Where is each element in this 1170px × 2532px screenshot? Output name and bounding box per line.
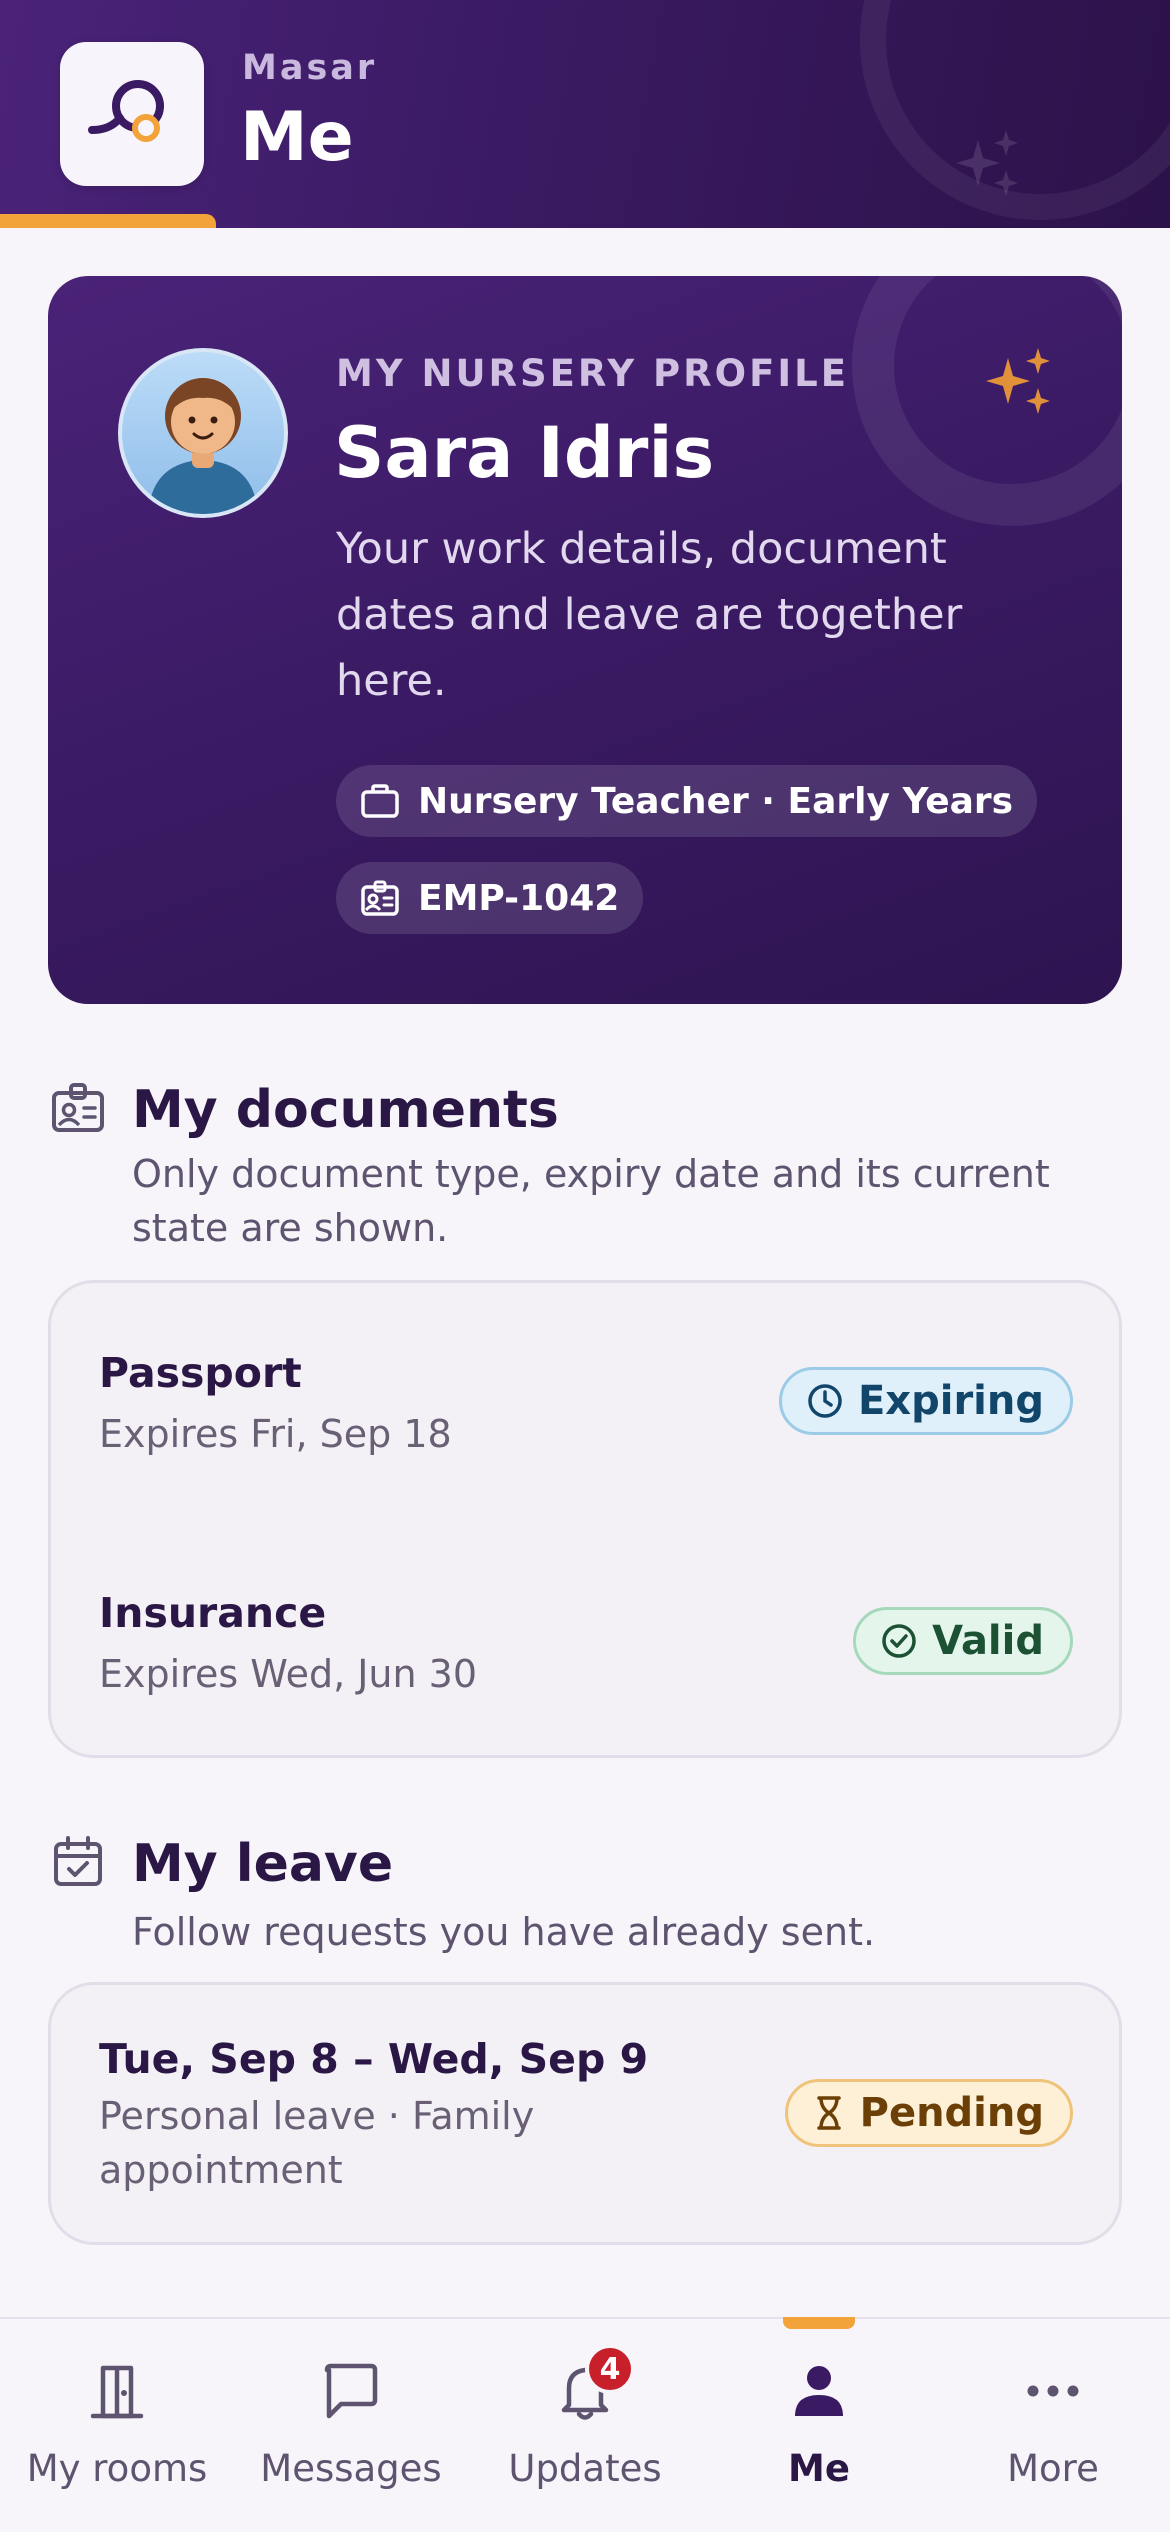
nav-item-me[interactable]: Me: [702, 2319, 936, 2532]
nav-label: Messages: [260, 2447, 442, 2490]
sparkle-icon: [986, 348, 1050, 414]
document-expiry: Expires Fri, Sep 18: [99, 1412, 452, 1456]
nav-label: More: [1007, 2447, 1099, 2490]
leave-section-subtitle: Follow requests you have already sent.: [132, 1910, 876, 1954]
status-badge-label: Pending: [859, 2090, 1044, 2136]
leave-dates: Tue, Sep 8 – Wed, Sep 9: [99, 2035, 649, 2083]
id-badge-icon: [52, 1083, 104, 1132]
employee-id-label: EMP-1042: [418, 877, 620, 919]
person-icon: [795, 2366, 843, 2416]
nav-item-messages[interactable]: Messages: [234, 2319, 468, 2532]
nav-item-updates[interactable]: Updates: [468, 2319, 702, 2532]
masar-logo-icon: [88, 80, 164, 142]
door-icon: [90, 2365, 144, 2419]
app-header: Masar Me: [0, 0, 1170, 228]
hourglass-icon: [816, 2096, 841, 2130]
clock-icon: [808, 1384, 842, 1418]
active-tab-indicator: [783, 2317, 855, 2329]
leave-request-card[interactable]: Tue, Sep 8 – Wed, Sep 9 Personal leave ·…: [48, 1982, 1122, 2245]
sparkle-icon: [956, 130, 1018, 196]
chat-bubble-icon: [324, 2363, 378, 2419]
role-chip: Nursery Teacher · Early Years: [336, 765, 1038, 837]
profile-card: MY NURSERY PROFILE Sara Idris Your work …: [48, 276, 1122, 1004]
status-badge-label: Expiring: [857, 1378, 1044, 1424]
leave-details: Personal leave · Family appointment: [99, 2094, 535, 2192]
profile-description: Your work details, document dates and le…: [336, 524, 963, 706]
nav-item-my-rooms[interactable]: My rooms: [0, 2319, 234, 2532]
app-logo: [60, 42, 204, 186]
documents-card: Passport Expires Fri, Sep 18 Expiring In…: [48, 1280, 1122, 1758]
status-badge-label: Valid: [932, 1618, 1044, 1664]
document-name: Passport: [99, 1349, 302, 1397]
nav-label: Updates: [508, 2447, 662, 2490]
employee-id-chip: EMP-1042: [336, 862, 644, 934]
calendar-check-icon: [54, 1836, 102, 1886]
avatar: [118, 348, 288, 518]
nav-item-more[interactable]: More: [936, 2319, 1170, 2532]
leave-section-title: My leave: [132, 1834, 394, 1894]
page-title: Me: [240, 98, 354, 177]
profile-name: Sara Idris: [334, 412, 715, 494]
nav-label: Me: [788, 2447, 850, 2490]
status-badge: Pending: [784, 2079, 1073, 2147]
document-expiry: Expires Wed, Jun 30: [99, 1652, 478, 1696]
briefcase-icon: [361, 784, 399, 818]
more-dots-icon: [1027, 2385, 1079, 2397]
status-badge: Expiring: [778, 1367, 1073, 1435]
app-name: Masar: [242, 48, 378, 88]
documents-section-title: My documents: [132, 1080, 559, 1140]
check-circle-icon: [882, 1624, 916, 1658]
document-name: Insurance: [99, 1589, 327, 1637]
header-accent-bar: [0, 214, 216, 228]
profile-eyebrow: MY NURSERY PROFILE: [336, 352, 850, 395]
status-badge: Valid: [853, 1607, 1073, 1675]
documents-section-subtitle: Only document type, expiry date and its …: [132, 1152, 1050, 1250]
bottom-nav: My rooms Messages Updates Me More: [0, 2317, 1170, 2532]
role-chip-label: Nursery Teacher · Early Years: [418, 780, 1014, 822]
nav-label: My rooms: [26, 2447, 208, 2490]
id-badge-icon: [361, 880, 399, 916]
notification-count-badge: 4: [585, 2344, 635, 2394]
